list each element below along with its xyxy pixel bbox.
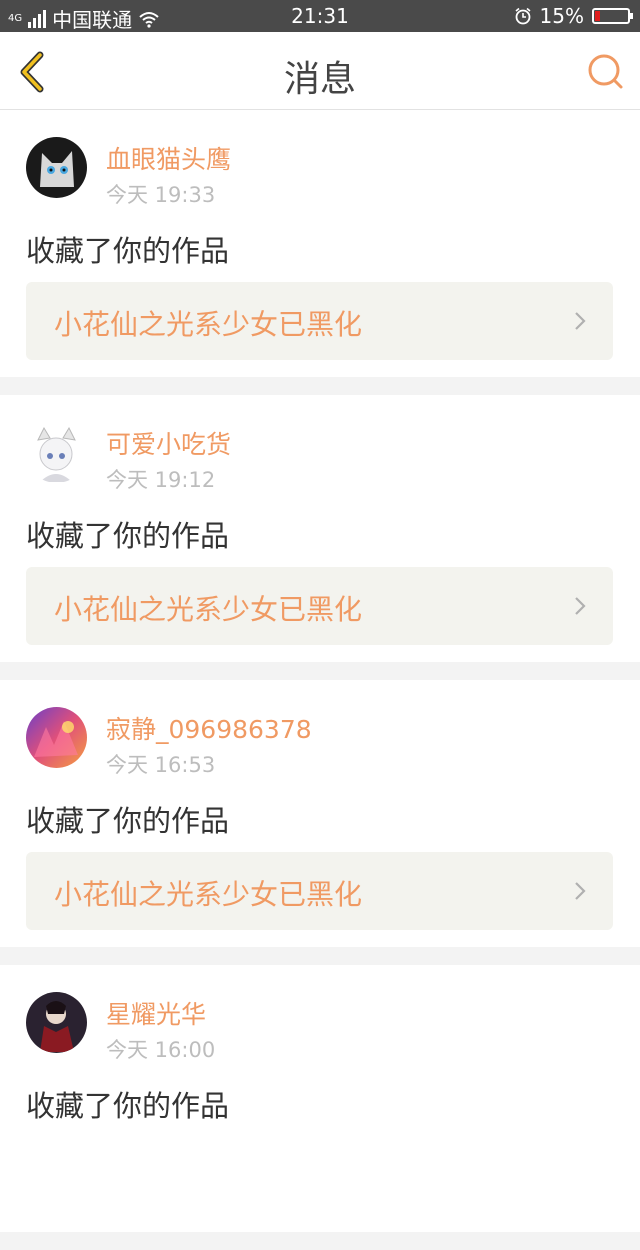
page-title: 消息 bbox=[283, 59, 356, 100]
work-title: 小花仙之光系少女已黑化 bbox=[54, 878, 363, 911]
avatar[interactable] bbox=[26, 707, 87, 768]
username[interactable]: 寂静_096986378 bbox=[106, 710, 312, 746]
search-icon bbox=[588, 54, 623, 89]
avatar[interactable] bbox=[26, 137, 87, 198]
message-card[interactable]: 寂静_096986378 今天 16:53 收藏了你的作品 小花仙之光系少女已黑… bbox=[0, 680, 640, 947]
action-text: 收藏了你的作品 bbox=[26, 234, 230, 268]
timestamp: 今天 19:33 bbox=[106, 183, 216, 207]
username[interactable]: 可爱小吃货 bbox=[106, 425, 231, 461]
action-text: 收藏了你的作品 bbox=[26, 804, 230, 838]
timestamp: 今天 19:12 bbox=[106, 468, 216, 492]
avatar[interactable] bbox=[26, 422, 87, 483]
battery-icon bbox=[592, 8, 633, 24]
username[interactable]: 星耀光华 bbox=[106, 995, 206, 1031]
nav-bar: 消息 bbox=[0, 32, 640, 110]
message-card[interactable]: 可爱小吃货 今天 19:12 收藏了你的作品 小花仙之光系少女已黑化 bbox=[0, 395, 640, 662]
timestamp: 今天 16:00 bbox=[106, 1038, 216, 1062]
battery-percent: 15% bbox=[539, 4, 584, 28]
message-list: 血眼猫头鹰 今天 19:33 收藏了你的作品 小花仙之光系少女已黑化 可爱小吃货… bbox=[0, 110, 640, 1250]
chevron-right-icon bbox=[575, 882, 586, 900]
chevron-right-icon bbox=[575, 312, 586, 330]
search-button[interactable] bbox=[586, 52, 626, 92]
work-title: 小花仙之光系少女已黑化 bbox=[54, 593, 363, 626]
timestamp: 今天 16:53 bbox=[106, 753, 216, 777]
message-card[interactable]: 血眼猫头鹰 今天 19:33 收藏了你的作品 小花仙之光系少女已黑化 bbox=[0, 110, 640, 377]
status-right: 15% bbox=[514, 4, 633, 28]
username[interactable]: 血眼猫头鹰 bbox=[106, 140, 231, 176]
chevron-right-icon bbox=[575, 597, 586, 615]
battery-level bbox=[595, 11, 600, 21]
avatar[interactable] bbox=[26, 992, 87, 1053]
alarm-icon bbox=[515, 7, 531, 25]
message-card[interactable]: 星耀光华 今天 16:00 收藏了你的作品 bbox=[0, 965, 640, 1232]
status-bar: 4G 中国联通 21:31 15% bbox=[0, 0, 640, 32]
action-text: 收藏了你的作品 bbox=[26, 1089, 230, 1123]
work-link[interactable]: 小花仙之光系少女已黑化 bbox=[26, 567, 613, 645]
work-link[interactable]: 小花仙之光系少女已黑化 bbox=[26, 852, 613, 930]
work-title: 小花仙之光系少女已黑化 bbox=[54, 308, 363, 341]
work-link[interactable]: 小花仙之光系少女已黑化 bbox=[26, 282, 613, 360]
action-text: 收藏了你的作品 bbox=[26, 519, 230, 553]
